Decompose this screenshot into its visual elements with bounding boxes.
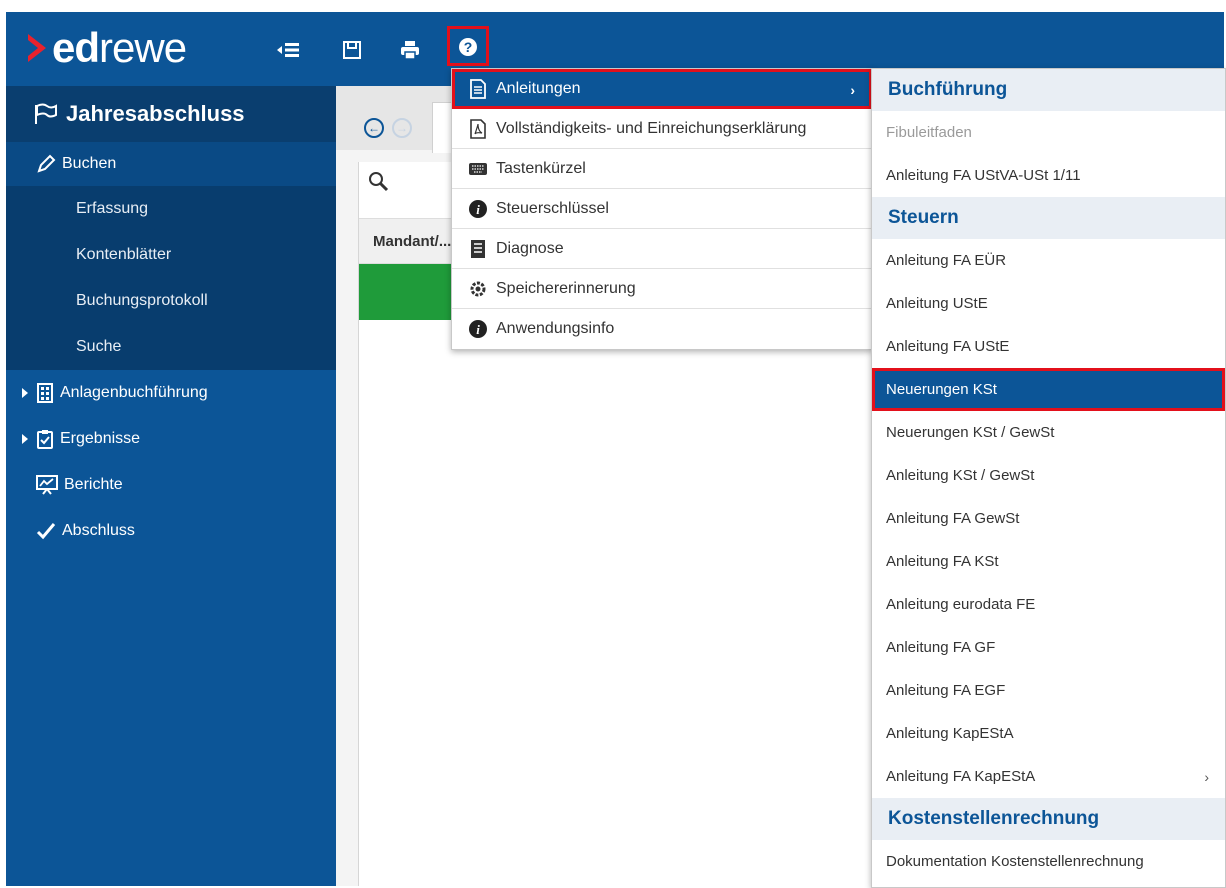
sidebar-title: Jahresabschluss [6,86,336,142]
help-icon: ? [459,38,477,56]
menu-item-anleitungen[interactable]: Anleitungen › [452,69,872,109]
menu-item-label: Anleitungen [496,80,581,97]
pencil-icon [36,154,56,174]
document-icon [468,79,488,99]
sidebar-item-buchen[interactable]: Buchen [6,142,336,186]
status-row [359,264,459,320]
help-menu: Anleitungen › Vollständigkeits- und Einr… [451,68,873,350]
menu-item-label: Anwendungsinfo [496,320,615,337]
chevron-right-icon: › [1204,769,1209,785]
search-icon[interactable] [367,170,389,196]
chart-board-icon [36,475,58,495]
sidebar-item-erfassung[interactable]: Erfassung [6,186,336,232]
sidebar: Jahresabschluss Buchen Erfassung Kontenb… [6,86,336,886]
expand-arrow-icon [22,434,28,444]
submenu-item-anleitung-fa-kapesta[interactable]: Anleitung FA KapEStA › [872,755,1225,798]
section-header-kostenstellenrechnung: Kostenstellenrechnung [872,798,1225,840]
submenu-item-neuerungen-kst-gewst[interactable]: Neuerungen KSt / GewSt [872,411,1225,454]
sidebar-item-ergebnisse[interactable]: Ergebnisse [6,416,336,462]
clipboard-check-icon [36,429,54,449]
menu-item-label: Steuerschlüssel [496,199,609,217]
info-icon: i [468,199,488,219]
building-icon [36,383,54,403]
back-icon[interactable]: ← [364,118,384,138]
sidebar-item-berichte[interactable]: Berichte [6,462,336,508]
svg-text:i: i [476,322,480,337]
submenu-item-anleitung-fa-gewst[interactable]: Anleitung FA GewSt [872,497,1225,540]
menu-item-steuerschluessel[interactable]: i Steuerschlüssel [452,189,872,229]
sidebar-item-suche[interactable]: Suche [6,324,336,370]
submenu-item-anleitung-fa-gf[interactable]: Anleitung FA GF [872,626,1225,669]
flag-icon [34,103,58,125]
help-button[interactable]: ? [447,26,489,66]
sidebar-item-label: Abschluss [62,522,135,539]
sidebar-item-label: Berichte [64,476,123,493]
forward-icon: → [392,118,412,138]
menu-item-label: Vollständigkeits- und Einreichungserklär… [496,119,807,137]
pdf-icon [468,118,488,139]
section-header-buchfuehrung: Buchführung [872,69,1225,111]
submenu-item-anleitung-fa-ustva[interactable]: Anleitung FA UStVA-USt 1/11 [872,154,1225,197]
menu-item-diagnose[interactable]: Diagnose [452,229,872,269]
logo-prefix: ed [52,24,100,71]
submenu-item-anleitung-fa-euer[interactable]: Anleitung FA EÜR [872,239,1225,282]
submenu-item-anleitung-kst-gewst[interactable]: Anleitung KSt / GewSt [872,454,1225,497]
submenu-item-dokumentation-kostenstellenrechnung[interactable]: Dokumentation Kostenstellenrechnung [872,840,1225,883]
submenu-item-anleitung-uste[interactable]: Anleitung UStE [872,282,1225,325]
sidebar-item-label: Buchen [62,155,117,172]
info-icon: i [468,319,488,339]
keyboard-icon [468,159,488,179]
anleitungen-submenu: Buchführung Fibuleitfaden Anleitung FA U… [871,68,1226,888]
menu-toggle-icon[interactable] [276,38,300,62]
sidebar-sub-list: Erfassung Kontenblätter Buchungsprotokol… [6,186,336,370]
menu-item-label: Diagnose [496,239,564,257]
submenu-item-anleitung-eurodata-fe[interactable]: Anleitung eurodata FE [872,583,1225,626]
checkmark-icon [36,522,56,540]
svg-text:i: i [476,202,480,217]
logo-arrow-icon [28,34,46,62]
logo: ed rewe [28,24,187,71]
save-icon[interactable] [340,38,364,62]
submenu-item-anleitung-fa-egf[interactable]: Anleitung FA EGF [872,669,1225,712]
submenu-item-neuerungen-kst[interactable]: Neuerungen KSt [872,368,1225,411]
gear-icon [468,279,488,299]
sidebar-item-label: Anlagenbuchführung [60,384,208,401]
menu-item-tastenkuerzel[interactable]: Tastenkürzel [452,149,872,189]
menu-item-speichererinnerung[interactable]: Speichererinnerung [452,269,872,309]
menu-item-vollstaendigkeitserklaerung[interactable]: Vollständigkeits- und Einreichungserklär… [452,109,872,149]
menu-item-label: Speichererinnerung [496,279,636,297]
submenu-item-fibuleitfaden: Fibuleitfaden [886,124,972,141]
sidebar-item-buchungsprotokoll[interactable]: Buchungsprotokoll [6,278,336,324]
sidebar-title-text: Jahresabschluss [66,101,245,126]
menu-item-label: Tastenkürzel [496,159,586,177]
chevron-right-icon: › [850,82,855,98]
submenu-item-anleitung-fa-uste[interactable]: Anleitung FA UStE [872,325,1225,368]
section-header-steuern: Steuern [872,197,1225,239]
diagnose-icon [468,239,488,259]
menu-item-anwendungsinfo[interactable]: i Anwendungsinfo [452,309,872,349]
sidebar-item-anlagenbuchfuehrung[interactable]: Anlagenbuchführung [6,370,336,416]
submenu-item-label: Anleitung FA KapEStA [886,768,1036,785]
sidebar-item-kontenblaetter[interactable]: Kontenblätter [6,232,336,278]
print-icon[interactable] [398,38,422,62]
sidebar-item-abschluss[interactable]: Abschluss [6,508,336,554]
logo-suffix: rewe [99,24,187,71]
expand-arrow-icon [22,388,28,398]
sidebar-item-label: Ergebnisse [60,430,141,447]
submenu-item-anleitung-kapesta[interactable]: Anleitung KapEStA [872,712,1225,755]
submenu-item-anleitung-fa-kst[interactable]: Anleitung FA KSt [872,540,1225,583]
